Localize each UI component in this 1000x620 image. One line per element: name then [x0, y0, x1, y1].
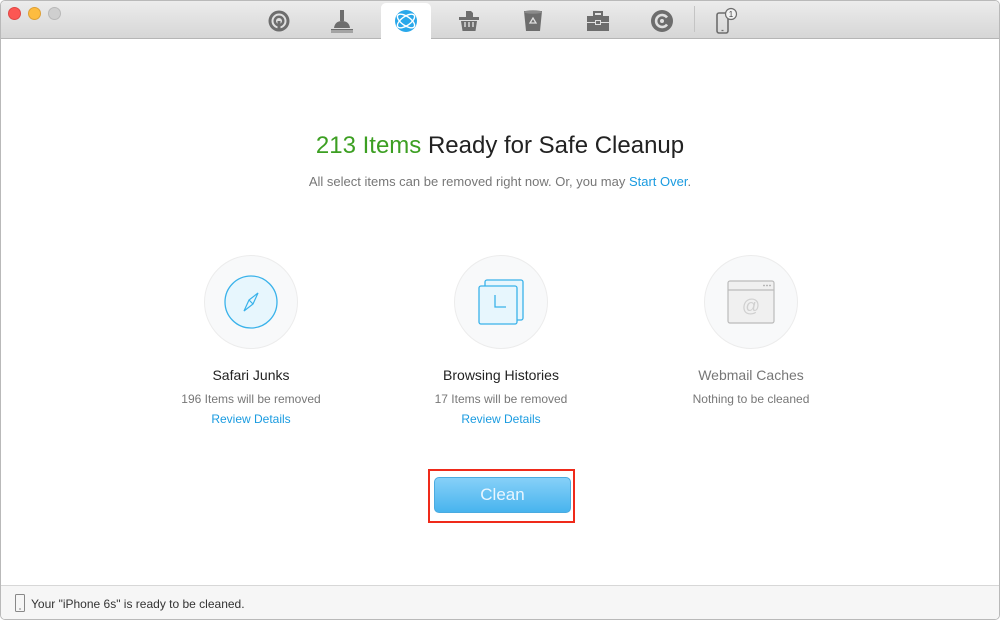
page-title: 213 Items Ready for Safe Cleanup — [1, 132, 999, 160]
tool-toolbox[interactable] — [573, 3, 623, 39]
status-text: Your "iPhone 6s" is ready to be cleaned. — [31, 597, 245, 611]
subtitle-text: All select items can be removed right no… — [308, 174, 629, 189]
tool-airbackup[interactable] — [254, 3, 304, 39]
subtitle-end: . — [687, 174, 692, 189]
clean-button[interactable]: Clean — [434, 477, 571, 513]
close-window-button[interactable] — [8, 7, 21, 20]
card-subtitle: 196 Items will be removed — [181, 392, 321, 406]
title-rest: Ready for Safe Cleanup — [421, 132, 685, 159]
history-icon-circle — [454, 255, 548, 349]
device-button[interactable]: 1 — [702, 3, 752, 39]
card-subtitle: Nothing to be cleaned — [692, 392, 810, 406]
basket-icon — [459, 11, 479, 31]
iphone-icon: 1 — [716, 7, 738, 34]
card-safari-junks: Safari Junks 196 Items will be removed R… — [151, 255, 351, 426]
tool-cleaner-pro[interactable] — [637, 3, 687, 39]
review-details-link[interactable]: Review Details — [401, 412, 601, 426]
briefcase-icon — [587, 11, 609, 31]
card-title: Webmail Caches — [698, 367, 804, 383]
tool-internet-junk[interactable] — [381, 3, 431, 39]
safari-icon-circle — [204, 255, 298, 349]
subtitle: All select items can be removed right no… — [1, 174, 999, 189]
status-bar: Your "iPhone 6s" is ready to be cleaned. — [1, 585, 999, 619]
card-title: Safari Junks — [212, 367, 290, 383]
zoom-window-button[interactable] — [48, 7, 61, 20]
globe-icon — [395, 10, 417, 32]
history-icon — [478, 279, 524, 325]
review-details-link[interactable]: Review Details — [151, 412, 351, 426]
items-count: 213 Items — [315, 132, 422, 159]
airbackup-icon — [268, 10, 290, 32]
svg-text:@: @ — [742, 296, 760, 316]
main-content: 213 Items Ready for Safe Cleanup All sel… — [1, 39, 999, 585]
start-over-link[interactable]: Start Over — [629, 174, 688, 189]
tool-system-junk[interactable] — [317, 3, 367, 39]
tool-user-junk[interactable] — [508, 3, 558, 39]
device-count-badge: 1 — [729, 10, 734, 19]
compass-icon — [224, 275, 278, 329]
card-subtitle: 17 Items will be removed — [434, 392, 568, 406]
toolbar-divider — [694, 6, 695, 32]
webmail-icon: @ — [727, 280, 775, 324]
app-window: 1 213 Items Ready for Safe Cleanup All s… — [0, 0, 1000, 620]
iphone-icon — [15, 594, 25, 612]
clean-highlight: Clean — [428, 469, 575, 523]
recycle-bin-icon — [524, 10, 542, 31]
tool-app-junk[interactable] — [444, 3, 494, 39]
card-title: Browsing Histories — [443, 367, 559, 383]
c-logo-icon — [651, 10, 673, 32]
card-webmail-caches: @ Webmail Caches Nothing to be cleaned — [651, 255, 851, 406]
broom-icon — [331, 10, 353, 33]
webmail-icon-circle: @ — [704, 255, 798, 349]
card-browsing-histories: Browsing Histories 17 Items will be remo… — [401, 255, 601, 426]
minimize-window-button[interactable] — [28, 7, 41, 20]
toolbar: 1 — [1, 1, 999, 39]
